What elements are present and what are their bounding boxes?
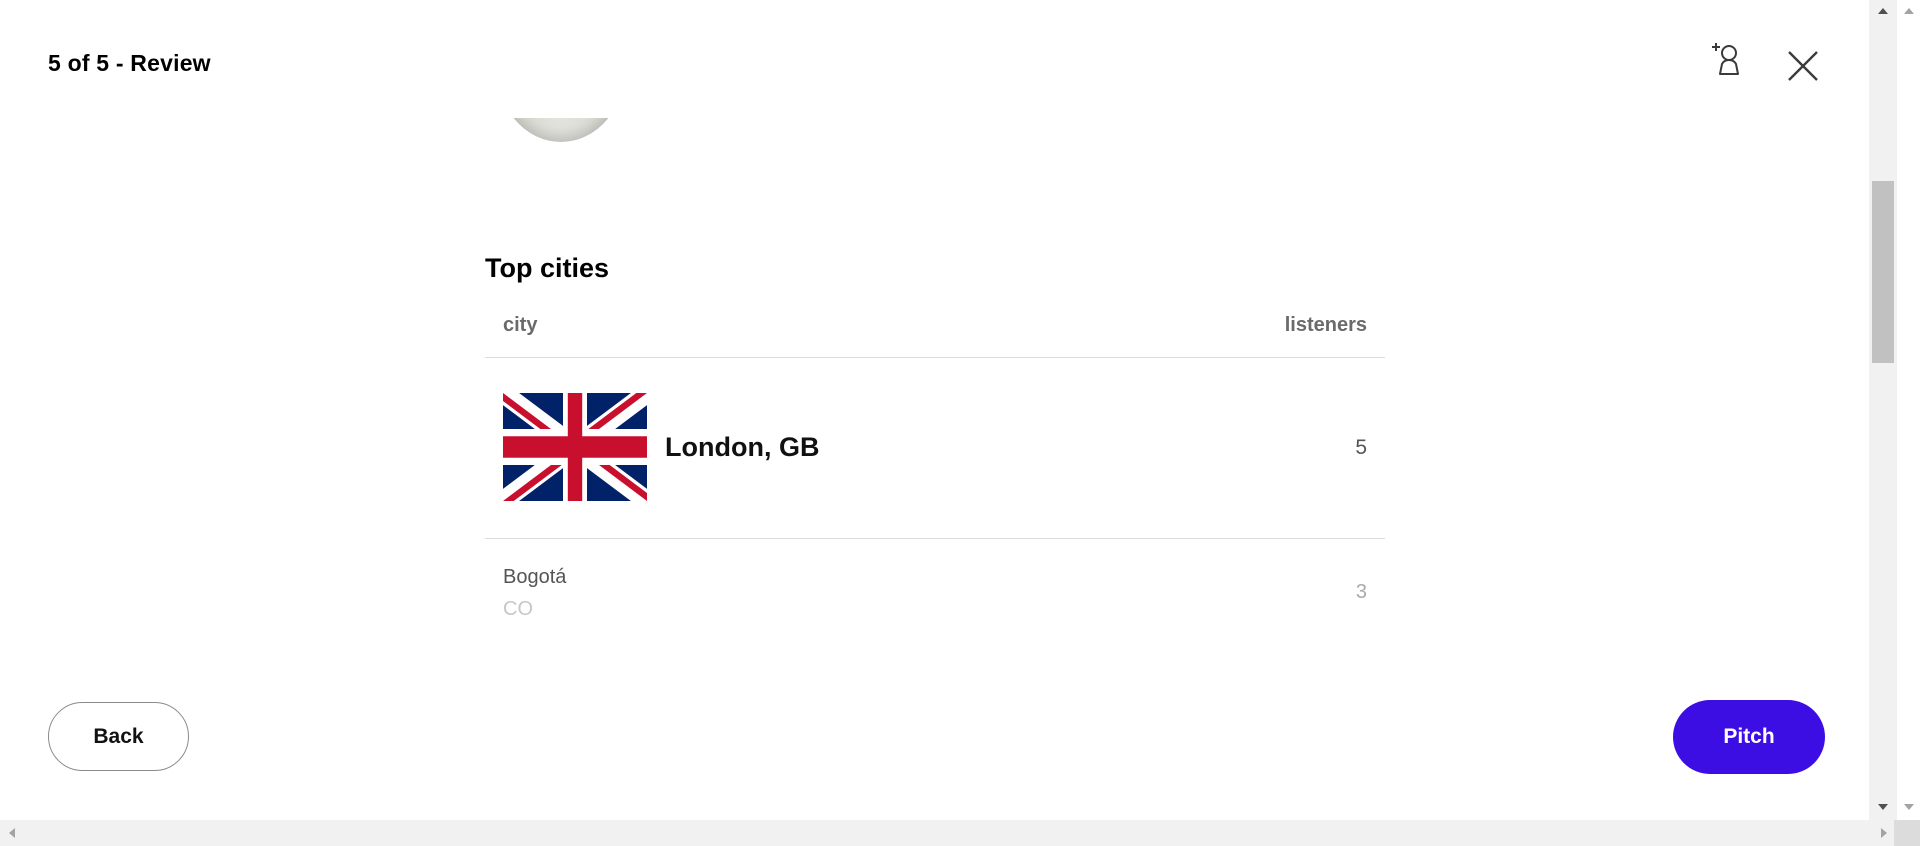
scroll-left-arrow-icon[interactable]	[9, 828, 15, 838]
scrollbar-corner	[1894, 820, 1920, 846]
city-name: Bogotá	[503, 566, 567, 588]
add-user-button[interactable]	[1704, 36, 1752, 84]
scroll-down-arrow-icon[interactable]	[1878, 804, 1888, 810]
column-header-listeners: listeners	[1284, 314, 1367, 336]
scroll-down-arrow-icon[interactable]	[1904, 804, 1914, 810]
close-button[interactable]	[1779, 42, 1827, 90]
top-cities-table-header: city listeners	[485, 298, 1385, 358]
scroll-up-arrow-icon[interactable]	[1878, 8, 1888, 14]
listener-count: 5	[1355, 436, 1367, 459]
flag-gb-icon	[503, 393, 647, 501]
footer-area	[0, 615, 1869, 820]
vertical-scrollbar[interactable]	[1869, 0, 1920, 820]
scrollbar-thumb[interactable]	[1872, 181, 1894, 363]
page-title: 5 of 5 - Review	[48, 50, 211, 76]
pitch-button[interactable]: Pitch	[1673, 700, 1825, 774]
add-user-icon	[1712, 43, 1739, 75]
horizontal-scrollbar[interactable]	[0, 820, 1920, 846]
review-dialog: 5 of 5 - Review Top cities city listener…	[0, 0, 1869, 820]
scroll-right-arrow-icon[interactable]	[1881, 828, 1887, 838]
city-name: London, GB	[665, 432, 820, 462]
dialog-header: 5 of 5 - Review	[0, 0, 1869, 118]
top-cities-title: Top cities	[485, 253, 610, 283]
listener-count: 3	[1355, 581, 1367, 603]
outer-scrollbar-track[interactable]	[1897, 0, 1920, 820]
back-button[interactable]: Back	[48, 702, 189, 771]
scrollbar-track[interactable]	[1869, 0, 1897, 820]
column-header-city: city	[503, 314, 538, 336]
table-row: London, GB 5	[485, 358, 1385, 539]
close-icon	[1788, 51, 1818, 81]
scroll-up-arrow-icon[interactable]	[1904, 8, 1914, 14]
